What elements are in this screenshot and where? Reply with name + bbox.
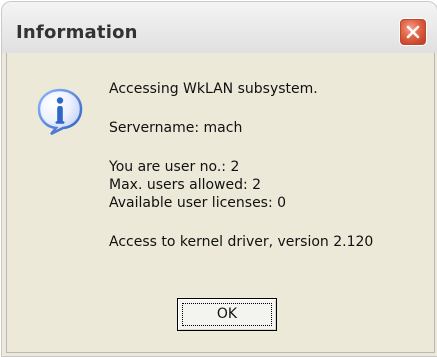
message-line: Available user licenses: 0	[109, 195, 287, 211]
info-icon	[37, 88, 83, 136]
message-line: Access to kernel driver, version 2.120	[109, 234, 374, 250]
title-bar: Information	[1, 1, 437, 53]
ok-button[interactable]: OK	[177, 298, 277, 331]
close-button[interactable]	[399, 18, 427, 46]
ok-button-label: OK	[216, 306, 238, 322]
message-line: Max. users allowed: 2	[109, 177, 262, 193]
close-icon	[406, 25, 420, 39]
message-text: Accessing WkLAN subsystem. Servername: m…	[109, 80, 419, 251]
dialog-body: Accessing WkLAN subsystem. Servername: m…	[1, 53, 437, 357]
information-dialog: Information Accessing WkLAN subsystem. S…	[0, 0, 437, 357]
message-line: You are user no.: 2	[109, 159, 240, 175]
message-line: Accessing WkLAN subsystem.	[109, 81, 318, 97]
dialog-title: Information	[16, 22, 138, 43]
message-line: Servername: mach	[109, 120, 243, 136]
dialog-frame: Information Accessing WkLAN subsystem. S…	[1, 1, 437, 357]
